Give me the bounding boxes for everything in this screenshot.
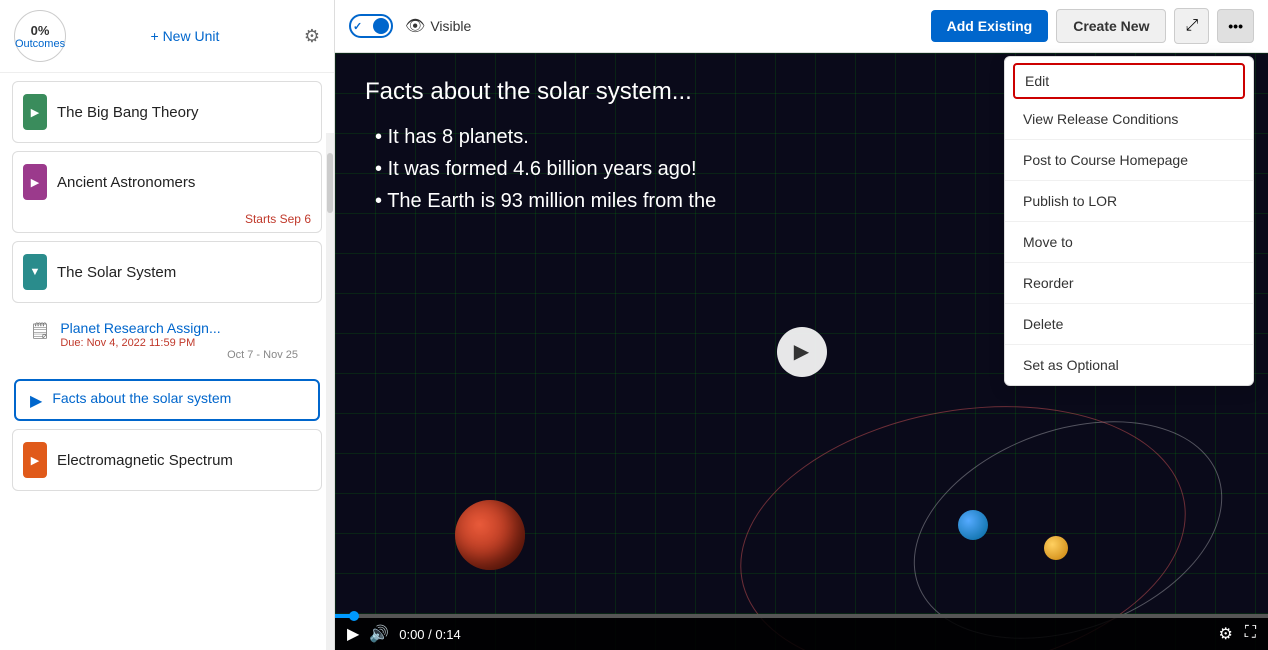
video-controls: ▶ 🔊 0:00 / 0:14 ⚙ ⛶ bbox=[335, 618, 1268, 650]
fullscreen-button[interactable]: ⤢ bbox=[1174, 8, 1209, 44]
unit-arrow-ancient: ▶ bbox=[23, 164, 47, 200]
unit-item-big-bang[interactable]: ▶ The Big Bang Theory bbox=[12, 81, 322, 143]
progress-bar-container[interactable] bbox=[335, 614, 1268, 618]
unit-arrow-big-bang: ▶ bbox=[23, 94, 47, 130]
more-icon: ••• bbox=[1228, 18, 1243, 34]
unit-item-electromagnetic[interactable]: ▶ Electromagnetic Spectrum bbox=[12, 429, 322, 491]
video-icon: ▶ bbox=[30, 391, 42, 411]
sub-item-facts-video[interactable]: ▶ Facts about the solar system bbox=[14, 379, 320, 421]
sub-item-planet-content: Planet Research Assign... Due: Nov 4, 20… bbox=[60, 319, 308, 367]
document-icon: 🗒 bbox=[30, 321, 50, 341]
unit-arrow-electromagnetic: ▶ bbox=[23, 442, 47, 478]
toggle-switch[interactable]: ✓ bbox=[349, 14, 393, 38]
toolbar: ✓ 👁 Visible Add Existing Create New ⤢ ••… bbox=[335, 0, 1268, 53]
play-pause-button[interactable]: ▶ bbox=[347, 624, 359, 644]
main-content: ✓ 👁 Visible Add Existing Create New ⤢ ••… bbox=[335, 0, 1268, 650]
scrollbar-thumb[interactable] bbox=[327, 153, 333, 213]
scrollbar-track[interactable] bbox=[326, 133, 334, 650]
new-unit-button[interactable]: + New Unit bbox=[151, 28, 220, 44]
unit-title-solar: The Solar System bbox=[57, 264, 176, 281]
add-existing-button[interactable]: Add Existing bbox=[931, 10, 1049, 42]
planet-yellow bbox=[1044, 536, 1068, 560]
progress-bar-fill bbox=[335, 614, 354, 618]
sub-item-planet-research[interactable]: 🗒 Planet Research Assign... Due: Nov 4, … bbox=[16, 311, 318, 375]
eye-icon: 👁 bbox=[405, 16, 425, 36]
dropdown-item-view-release[interactable]: View Release Conditions bbox=[1005, 99, 1253, 140]
dropdown-item-reorder[interactable]: Reorder bbox=[1005, 263, 1253, 304]
dropdown-menu: Edit View Release Conditions Post to Cou… bbox=[1004, 56, 1254, 386]
toggle-knob bbox=[373, 18, 389, 34]
planet-research-title: Planet Research Assign... bbox=[60, 319, 308, 337]
unit-title-electromagnetic: Electromagnetic Spectrum bbox=[57, 452, 233, 469]
dropdown-item-move-to[interactable]: Move to bbox=[1005, 222, 1253, 263]
play-button[interactable]: ▶ bbox=[777, 327, 827, 377]
toggle-check-icon: ✓ bbox=[353, 20, 362, 33]
visible-label: Visible bbox=[430, 18, 471, 34]
dropdown-item-post-homepage[interactable]: Post to Course Homepage bbox=[1005, 140, 1253, 181]
visible-label-container: 👁 Visible bbox=[405, 16, 471, 36]
planet-research-dates: Oct 7 - Nov 25 bbox=[60, 349, 308, 367]
toolbar-left: ✓ 👁 Visible bbox=[349, 14, 471, 38]
outcomes-percent: 0% bbox=[31, 23, 50, 38]
unit-arrow-solar: ▼ bbox=[23, 254, 47, 290]
video-bullet-2: • It was formed 4.6 billion years ago! bbox=[375, 153, 716, 185]
dropdown-item-set-optional[interactable]: Set as Optional bbox=[1005, 345, 1253, 385]
toolbar-right: Add Existing Create New ⤢ ••• bbox=[931, 8, 1254, 44]
new-unit-label: + New Unit bbox=[151, 28, 220, 44]
sidebar-list: ▶ The Big Bang Theory ▶ Ancient Astronom… bbox=[0, 73, 334, 507]
planet-research-due: Due: Nov 4, 2022 11:59 PM bbox=[60, 337, 308, 349]
sidebar-header: 0% Outcomes + New Unit ⚙ bbox=[0, 0, 334, 73]
video-bullet-1: • It has 8 planets. bbox=[375, 121, 716, 153]
controls-right: ⚙ ⛶ bbox=[1218, 624, 1256, 644]
video-bullet-3: • The Earth is 93 million miles from the bbox=[375, 185, 716, 217]
volume-button[interactable]: 🔊 bbox=[369, 624, 389, 644]
sub-item-facts-content: Facts about the solar system bbox=[52, 389, 308, 407]
dropdown-item-publish-lor[interactable]: Publish to LOR bbox=[1005, 181, 1253, 222]
unit-item-solar-system[interactable]: ▼ The Solar System bbox=[12, 241, 322, 303]
outcomes-label: Outcomes bbox=[15, 38, 65, 50]
fullscreen-icon: ⤢ bbox=[1185, 17, 1198, 34]
fullscreen-video-button[interactable]: ⛶ bbox=[1245, 624, 1256, 644]
unit-title-big-bang: The Big Bang Theory bbox=[57, 104, 198, 121]
settings-button[interactable]: ⚙ bbox=[304, 26, 320, 47]
planet-blue bbox=[958, 510, 988, 540]
create-new-button[interactable]: Create New bbox=[1056, 9, 1166, 43]
planet-red bbox=[455, 500, 525, 570]
video-headline: Facts about the solar system... bbox=[365, 73, 716, 111]
sidebar: 0% Outcomes + New Unit ⚙ ▶ The Big Bang … bbox=[0, 0, 335, 650]
unit-item-ancient-astronomers[interactable]: ▶ Ancient Astronomers Starts Sep 6 bbox=[12, 151, 322, 233]
video-text-overlay: Facts about the solar system... • It has… bbox=[365, 73, 716, 217]
visibility-toggle[interactable]: ✓ bbox=[349, 14, 393, 38]
unit-subtitle-ancient: Starts Sep 6 bbox=[13, 212, 321, 232]
outcomes-button[interactable]: 0% Outcomes bbox=[14, 10, 66, 62]
progress-dot bbox=[349, 611, 359, 621]
dropdown-item-edit[interactable]: Edit bbox=[1013, 63, 1245, 99]
time-display: 0:00 / 0:14 bbox=[399, 627, 460, 642]
settings-video-button[interactable]: ⚙ bbox=[1218, 624, 1232, 644]
unit-title-ancient: Ancient Astronomers bbox=[57, 174, 195, 191]
dropdown-item-delete[interactable]: Delete bbox=[1005, 304, 1253, 345]
more-options-button[interactable]: ••• bbox=[1217, 9, 1254, 43]
facts-video-title: Facts about the solar system bbox=[52, 389, 308, 407]
